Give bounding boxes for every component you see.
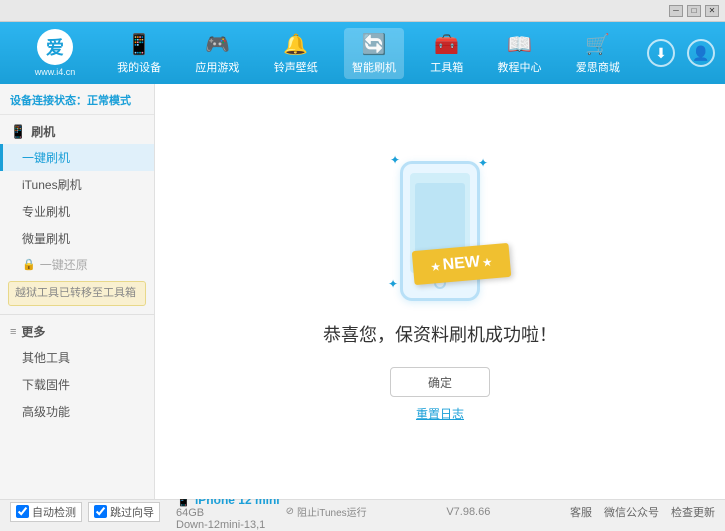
auto-connect-checkbox[interactable]: 自动检测 (10, 502, 82, 522)
nav-item-store[interactable]: 🛒 爱思商城 (568, 28, 628, 79)
skip-guide-input[interactable] (94, 505, 107, 518)
sidebar-item-advanced[interactable]: 高级功能 (0, 398, 154, 425)
store-label: 爱思商城 (576, 59, 620, 75)
app-games-icon: 🎮 (205, 32, 230, 57)
close-btn[interactable]: ✕ (705, 5, 719, 17)
ringtones-icon: 🔔 (283, 32, 308, 57)
logo-area: 爱 www.i4.cn (10, 29, 100, 77)
device-storage: 64GB (176, 507, 280, 519)
sidebar: 设备连接状态：正常模式 📱 刷机 一键刷机 iTunes刷机 专业刷机 微量刷机… (0, 84, 155, 499)
more-section-label: 更多 (21, 323, 45, 340)
flash-section-label: 刷机 (31, 123, 55, 140)
sparkle-icon-tr: ✦ (478, 156, 488, 170)
download-btn[interactable]: ⬇ (647, 39, 675, 67)
version-info: V7.98.66 (446, 506, 490, 518)
new-ribbon: NEW (412, 243, 511, 285)
sidebar-item-itunes-flash[interactable]: iTunes刷机 (0, 171, 154, 198)
wechat-link[interactable]: 微信公众号 (604, 504, 659, 520)
logo-url: www.i4.cn (35, 67, 76, 77)
itunes-notice: ⊘ 阻止iTunes运行 (286, 504, 367, 519)
flash-section-icon: 📱 (10, 124, 26, 140)
app-games-label: 应用游戏 (195, 59, 239, 75)
nav-right: ⬇ 👤 (647, 39, 715, 67)
user-btn[interactable]: 👤 (687, 39, 715, 67)
sidebar-item-download-firmware[interactable]: 下载固件 (0, 371, 154, 398)
check-update-link[interactable]: 检查更新 (671, 504, 715, 520)
content-area: ✦ ✦ ✦ NEW 恭喜您，保资料刷机成功啦！ 确定 重置日志 (155, 84, 725, 499)
maximize-btn[interactable]: □ (687, 5, 701, 17)
my-device-icon: 📱 (127, 32, 152, 57)
status-value: 正常模式 (87, 95, 131, 107)
lock-icon: 🔒 (22, 258, 36, 271)
sparkle-icon-tl: ✦ (390, 153, 400, 167)
sidebar-spacer (0, 425, 154, 499)
service-link[interactable]: 客服 (570, 504, 592, 520)
confirm-button[interactable]: 确定 (390, 367, 490, 397)
sidebar-item-one-click-restore: 🔒 一键还原 (0, 252, 154, 277)
main-area: 设备连接状态：正常模式 📱 刷机 一键刷机 iTunes刷机 专业刷机 微量刷机… (0, 84, 725, 499)
minimize-btn[interactable]: ─ (669, 5, 683, 17)
toolbox-icon: 🧰 (434, 32, 459, 57)
jailbreak-notice: 越狱工具已转移至工具箱 (8, 281, 146, 306)
nav-items: 📱 我的设备 🎮 应用游戏 🔔 铃声壁纸 🔄 智能刷机 🧰 工具箱 📖 教程中心… (100, 28, 637, 79)
tutorials-label: 教程中心 (498, 59, 542, 75)
tutorials-icon: 📖 (507, 32, 532, 57)
bottom-bar: 自动检测 跳过向导 📱 iPhone 12 mini 64GB Down-12m… (0, 499, 725, 523)
more-section-icon: ≡ (10, 326, 16, 338)
top-nav: 爱 www.i4.cn 📱 我的设备 🎮 应用游戏 🔔 铃声壁纸 🔄 智能刷机 … (0, 22, 725, 84)
phone-illustration: ✦ ✦ ✦ NEW (400, 161, 480, 301)
smart-flash-icon: 🔄 (362, 32, 387, 57)
connection-status: 设备连接状态：正常模式 (0, 88, 154, 115)
itunes-notice-text: 阻止iTunes运行 (297, 504, 367, 519)
again-link[interactable]: 重置日志 (416, 405, 464, 422)
ringtones-label: 铃声壁纸 (274, 59, 318, 75)
auto-connect-input[interactable] (16, 505, 29, 518)
sidebar-item-other-tools[interactable]: 其他工具 (0, 344, 154, 371)
title-bar: ─ □ ✕ (0, 0, 725, 22)
logo-icon: 爱 (37, 29, 73, 65)
section-more-header: ≡ 更多 (0, 319, 154, 344)
toolbox-label: 工具箱 (430, 59, 463, 75)
nav-item-smart-flash[interactable]: 🔄 智能刷机 (344, 28, 404, 79)
nav-item-app-games[interactable]: 🎮 应用游戏 (187, 28, 247, 79)
itunes-icon: ⊘ (286, 506, 294, 517)
sidebar-item-one-click-flash[interactable]: 一键刷机 (0, 144, 154, 171)
nav-item-tutorials[interactable]: 📖 教程中心 (490, 28, 550, 79)
nav-item-ringtones[interactable]: 🔔 铃声壁纸 (266, 28, 326, 79)
sidebar-divider (0, 314, 154, 315)
smart-flash-label: 智能刷机 (352, 59, 396, 75)
sparkle-icon-bl: ✦ (388, 277, 398, 291)
auto-connect-label: 自动检测 (32, 504, 76, 520)
restore-label: 一键还原 (40, 256, 88, 273)
success-message: 恭喜您，保资料刷机成功啦！ (323, 321, 557, 347)
device-model: Down-12mini-13,1 (176, 519, 280, 531)
my-device-label: 我的设备 (117, 59, 161, 75)
status-label-text: 设备连接状态： (10, 95, 87, 107)
sidebar-item-pro-flash[interactable]: 专业刷机 (0, 198, 154, 225)
skip-guide-checkbox[interactable]: 跳过向导 (88, 502, 160, 522)
store-icon: 🛒 (585, 32, 610, 57)
window-controls[interactable]: ─ □ ✕ (669, 5, 719, 17)
section-flash-header: 📱 刷机 (0, 119, 154, 144)
nav-item-my-device[interactable]: 📱 我的设备 (109, 28, 169, 79)
sidebar-item-no-data-flash[interactable]: 微量刷机 (0, 225, 154, 252)
nav-item-toolbox[interactable]: 🧰 工具箱 (422, 28, 471, 79)
skip-guide-label: 跳过向导 (110, 504, 154, 520)
bottom-right: 客服 微信公众号 检查更新 (570, 504, 715, 520)
